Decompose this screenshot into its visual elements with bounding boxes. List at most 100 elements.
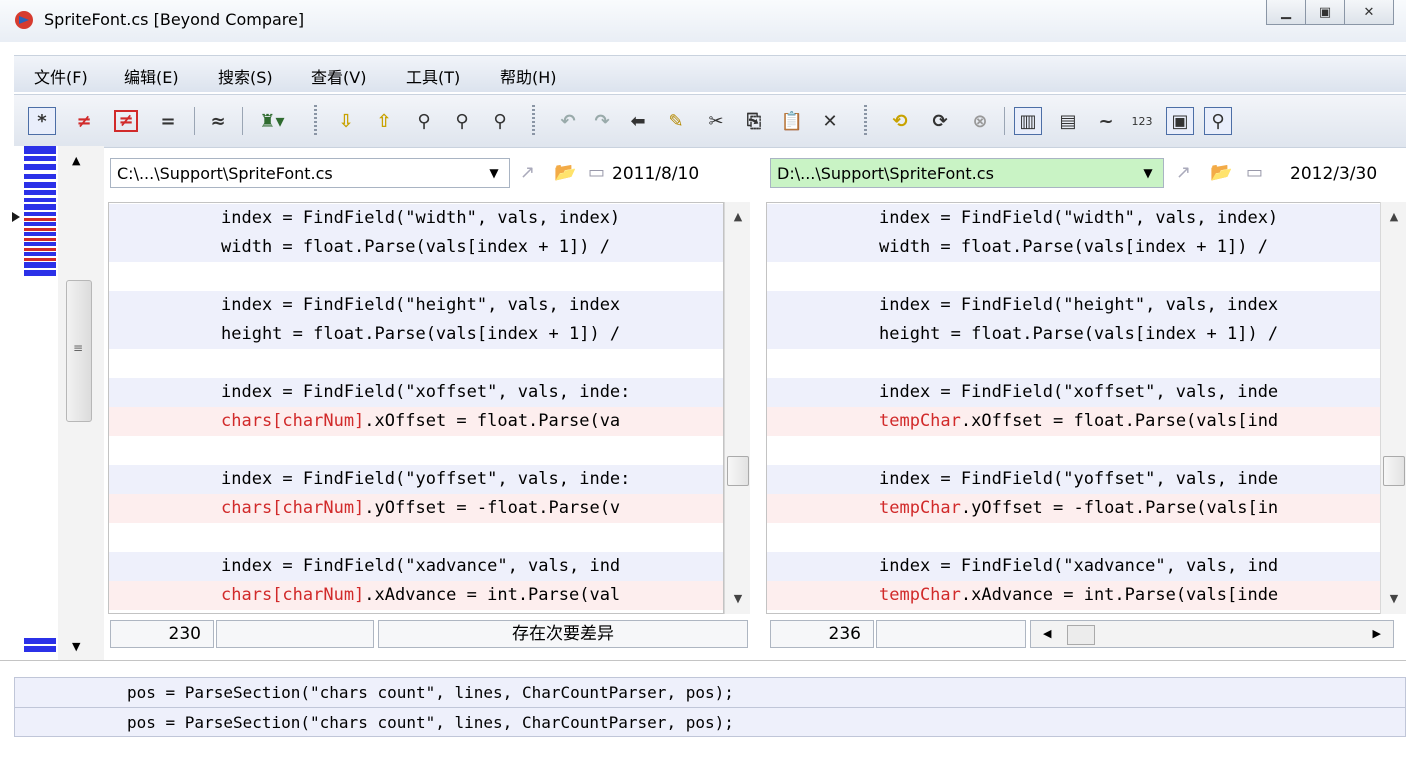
code-line[interactable] bbox=[767, 523, 1381, 552]
cut-button[interactable]: ✂ bbox=[702, 107, 730, 135]
code-line[interactable]: chars[charNum].xAdvance = int.Parse(val bbox=[109, 581, 723, 610]
code-line[interactable] bbox=[767, 436, 1381, 465]
line-numbers-button[interactable]: 123 bbox=[1128, 107, 1156, 135]
right-save-icon[interactable]: ▭ bbox=[1246, 162, 1263, 183]
code-line[interactable]: index = FindField("yoffset", vals, inde bbox=[767, 465, 1381, 494]
right-open-arrow-icon[interactable]: ↗ bbox=[1176, 162, 1191, 183]
code-line[interactable]: index = FindField("xoffset", vals, inde: bbox=[109, 378, 723, 407]
next-diff-button[interactable]: ⇩ bbox=[332, 107, 360, 135]
code-line[interactable]: index = FindField("xadvance", vals, ind bbox=[767, 552, 1381, 581]
code-line[interactable]: width = float.Parse(vals[index + 1]) / bbox=[767, 233, 1381, 262]
menu-view[interactable]: 查看(V) bbox=[311, 64, 366, 88]
paste-button[interactable]: 📋 bbox=[778, 107, 806, 135]
code-line[interactable]: tempChar.yOffset = -float.Parse(vals[in bbox=[767, 494, 1381, 523]
show-same-button[interactable]: = bbox=[154, 107, 182, 135]
code-line[interactable]: index = FindField("height", vals, index bbox=[109, 291, 723, 320]
hscroll-left-icon[interactable]: ◀ bbox=[1043, 621, 1051, 647]
detail-line-right[interactable]: pos = ParseSection("chars count", lines,… bbox=[14, 707, 1406, 737]
menu-file[interactable]: 文件(F) bbox=[34, 64, 88, 88]
scroll-down-arrow-icon[interactable]: ▼ bbox=[72, 640, 80, 653]
right-open-folder-icon[interactable]: 📂 bbox=[1210, 162, 1232, 183]
copy-button[interactable]: ⎘ bbox=[740, 107, 768, 135]
show-important-diffs-button[interactable]: ≠ bbox=[112, 107, 140, 135]
close-button[interactable]: ✕ bbox=[1345, 0, 1394, 25]
menu-edit[interactable]: 编辑(E) bbox=[124, 64, 179, 88]
code-line[interactable]: width = float.Parse(vals[index + 1]) / bbox=[109, 233, 723, 262]
copy-to-left-button[interactable]: ⬅ bbox=[624, 107, 652, 135]
code-line[interactable]: index = FindField("width", vals, index) bbox=[109, 204, 723, 233]
ignore-unimportant-button[interactable]: ~ bbox=[1092, 107, 1120, 135]
show-diffs-button[interactable]: ≠ bbox=[70, 107, 98, 135]
over-under-button[interactable]: ▤ bbox=[1054, 107, 1082, 135]
code-line[interactable] bbox=[109, 523, 723, 552]
swap-sides-button[interactable]: ⟲ bbox=[886, 107, 914, 135]
minimize-button[interactable]: ▁ bbox=[1266, 0, 1306, 25]
left-status-cell bbox=[216, 620, 374, 648]
right-code-scrollbar[interactable]: ▲ ▼ bbox=[1380, 202, 1406, 614]
left-scroll-up-icon[interactable]: ▲ bbox=[725, 210, 751, 223]
menu-tools[interactable]: 工具(T) bbox=[406, 64, 460, 88]
diff-status-text: 存在次要差异 bbox=[378, 620, 748, 648]
diff-overview-strip[interactable] bbox=[0, 146, 59, 660]
refresh-button[interactable]: ⟳ bbox=[926, 107, 954, 135]
delete-button[interactable]: ✕ bbox=[816, 107, 844, 135]
left-scroll-down-icon[interactable]: ▼ bbox=[725, 592, 751, 605]
left-open-folder-icon[interactable]: 📂 bbox=[554, 162, 576, 183]
stop-button[interactable]: ⊗ bbox=[966, 107, 994, 135]
undo-button[interactable]: ↶ bbox=[554, 107, 582, 135]
redo-button[interactable]: ↷ bbox=[588, 107, 616, 135]
scroll-up-arrow-icon[interactable]: ▲ bbox=[72, 154, 80, 167]
code-line[interactable] bbox=[109, 349, 723, 378]
rules-button[interactable]: ♜▾ bbox=[252, 107, 292, 135]
left-save-icon[interactable]: ▭ bbox=[588, 162, 605, 183]
code-line[interactable]: height = float.Parse(vals[index + 1]) / bbox=[109, 320, 723, 349]
left-open-arrow-icon[interactable]: ↗ bbox=[520, 162, 535, 183]
horizontal-scrollbar[interactable]: ◀ ▶ bbox=[1030, 620, 1394, 648]
left-path-combo[interactable]: C:\...\Support\SpriteFont.cs bbox=[110, 158, 510, 188]
code-line[interactable] bbox=[109, 262, 723, 291]
find-next-button[interactable]: ⚲ bbox=[448, 107, 476, 135]
code-line[interactable]: tempChar.xAdvance = int.Parse(vals[inde bbox=[767, 581, 1381, 610]
menu-search[interactable]: 搜索(S) bbox=[218, 64, 273, 88]
columns-icon: ▥ bbox=[1019, 110, 1037, 132]
code-line[interactable]: chars[charNum].xOffset = float.Parse(va bbox=[109, 407, 723, 436]
detail-line-left[interactable]: pos = ParseSection("chars count", lines,… bbox=[14, 677, 1406, 707]
context-button[interactable]: ▣ bbox=[1166, 107, 1194, 135]
right-path-combo[interactable]: D:\...\Support\SpriteFont.cs bbox=[770, 158, 1164, 188]
code-line[interactable]: tempChar.xOffset = float.Parse(vals[ind bbox=[767, 407, 1381, 436]
right-scroll-down-icon[interactable]: ▼ bbox=[1381, 592, 1406, 605]
undo-icon: ↶ bbox=[560, 110, 576, 132]
code-line[interactable]: chars[charNum].yOffset = -float.Parse(v bbox=[109, 494, 723, 523]
find-button[interactable]: ⚲ bbox=[410, 107, 438, 135]
right-scroll-thumb[interactable] bbox=[1383, 456, 1405, 486]
left-code-view[interactable]: index = FindField("width", vals, index) w… bbox=[108, 202, 724, 614]
right-combo-dropdown-icon[interactable]: ▼ bbox=[1138, 158, 1158, 188]
code-line[interactable] bbox=[767, 262, 1381, 291]
maximize-button[interactable]: ▣ bbox=[1306, 0, 1345, 25]
hscroll-right-icon[interactable]: ▶ bbox=[1373, 621, 1381, 647]
code-line[interactable]: height = float.Parse(vals[index + 1]) / bbox=[767, 320, 1381, 349]
menu-help[interactable]: 帮助(H) bbox=[500, 64, 557, 88]
right-scroll-up-icon[interactable]: ▲ bbox=[1381, 210, 1406, 223]
code-line[interactable]: index = FindField("height", vals, index bbox=[767, 291, 1381, 320]
code-line[interactable]: index = FindField("xoffset", vals, inde bbox=[767, 378, 1381, 407]
left-code-scrollbar[interactable]: ▲ ▼ bbox=[724, 202, 750, 614]
minor-diffs-button[interactable]: ≈ bbox=[204, 107, 232, 135]
prev-diff-button[interactable]: ⇧ bbox=[370, 107, 398, 135]
code-line[interactable]: index = FindField("xadvance", vals, ind bbox=[109, 552, 723, 581]
right-code-view[interactable]: index = FindField("width", vals, index) w… bbox=[766, 202, 1382, 614]
zoom-button[interactable]: ⚲ bbox=[1204, 107, 1232, 135]
overview-scroll-thumb[interactable]: ≡ bbox=[66, 280, 92, 422]
code-line[interactable] bbox=[109, 436, 723, 465]
left-scroll-thumb[interactable] bbox=[727, 456, 749, 486]
code-line[interactable]: index = FindField("yoffset", vals, inde: bbox=[109, 465, 723, 494]
show-all-button[interactable]: * bbox=[28, 107, 56, 135]
hscroll-thumb[interactable] bbox=[1067, 625, 1095, 645]
code-line[interactable]: index = FindField("width", vals, index) bbox=[767, 204, 1381, 233]
left-combo-dropdown-icon[interactable]: ▼ bbox=[484, 158, 504, 188]
code-line[interactable] bbox=[767, 349, 1381, 378]
side-by-side-button[interactable]: ▥ bbox=[1014, 107, 1042, 135]
overview-scrollbar[interactable]: ▲ ≡ ▼ bbox=[58, 146, 104, 660]
edit-button[interactable]: ✎ bbox=[662, 107, 690, 135]
find-prev-button[interactable]: ⚲ bbox=[486, 107, 514, 135]
